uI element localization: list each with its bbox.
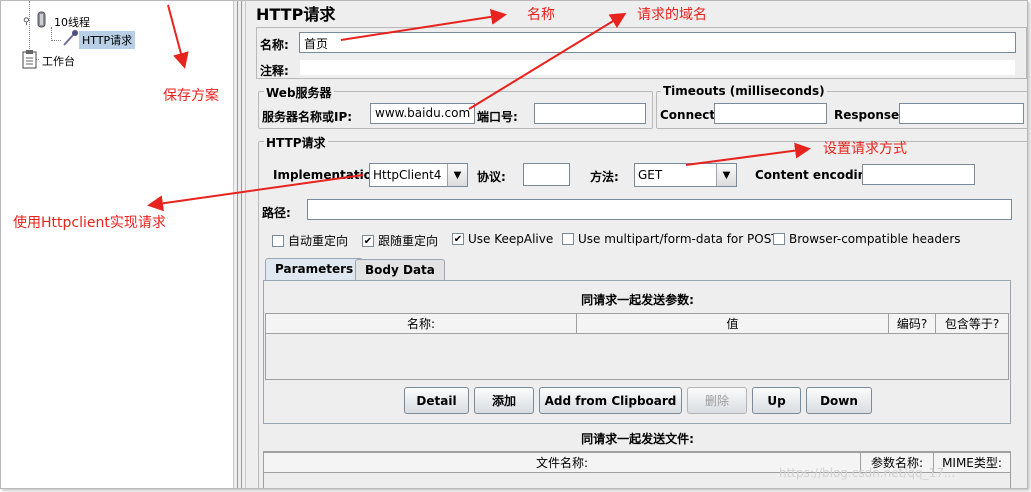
annotation-domain: 请求的域名 (637, 7, 707, 23)
arrow-to-httpclient (147, 174, 364, 212)
annotation-arrows (147, 4, 811, 212)
arrow-to-method (685, 142, 811, 166)
arrow-to-name (340, 8, 507, 41)
annotation-name: 名称 (527, 7, 555, 23)
annotation-save-plan: 保存方案 (163, 88, 219, 104)
annotation-method: 设置请求方式 (823, 141, 907, 157)
arrow-to-domain (468, 12, 627, 110)
watermark: https://blog.csdn.net/qq_17... (779, 466, 956, 480)
arrow-to-save-plan (167, 4, 189, 69)
app-frame: ⚲ 10线程 HTTP请求 工作台 HTTP请求 名称: 首页 注释: Web服… (0, 0, 1028, 489)
annotation-httpclient: 使用Httpclient实现请求 (13, 215, 166, 231)
